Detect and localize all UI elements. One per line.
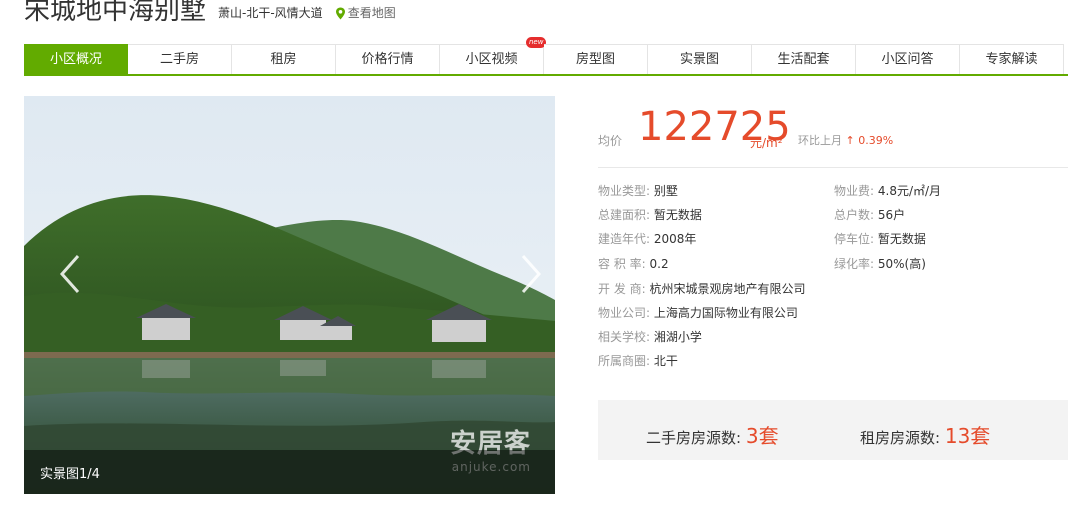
price-change-label: 环比上月 <box>798 134 842 147</box>
community-tabs: 小区概况 二手房 租房 价格行情 小区视频 new 房型图 实景图 生活配套 小… <box>24 37 1068 76</box>
title-row: 宋城地中海别墅 萧山-北干-风情大道 查看地图 <box>24 0 396 27</box>
info-value: 别墅 <box>653 184 678 198</box>
info-value: 0.2 <box>649 257 669 271</box>
info-value: 2008年 <box>653 232 697 246</box>
prev-photo-arrow-icon[interactable] <box>58 254 82 294</box>
tab-secondhand[interactable]: 二手房 <box>128 44 232 74</box>
photo-gallery[interactable]: 安居客 anjuke.com 实景图1/4 <box>24 96 555 494</box>
info-key: 总户数: <box>834 208 875 222</box>
info-row: 总户数: 56户 <box>834 208 905 222</box>
info-value: 50%(高) <box>877 257 926 271</box>
caption-bar <box>24 450 555 494</box>
info-row: 容 积 率: 0.2 <box>598 257 669 271</box>
view-map-label: 查看地图 <box>347 6 396 20</box>
tab-qa[interactable]: 小区问答 <box>856 44 960 74</box>
info-row: 物业费: 4.8元/㎡/月 <box>834 184 941 198</box>
info-value: 北干 <box>653 354 678 368</box>
tab-amenities[interactable]: 生活配套 <box>752 44 856 74</box>
price-label: 均价 <box>598 134 623 148</box>
info-key: 总建面积: <box>598 208 651 222</box>
info-row: 建造年代: 2008年 <box>598 232 696 246</box>
info-value: 56户 <box>877 208 906 222</box>
info-key: 开 发 商: <box>598 282 646 296</box>
tab-floorplan[interactable]: 房型图 <box>544 44 648 74</box>
secondhand-count-value: 3套 <box>745 424 779 448</box>
tab-video-label: 小区视频 <box>465 52 518 67</box>
rental-count-label: 租房房源数: <box>860 429 941 447</box>
info-row: 总建面积: 暂无数据 <box>598 208 702 222</box>
info-value: 暂无数据 <box>877 232 926 246</box>
page-title: 宋城地中海别墅 <box>24 0 207 26</box>
price-block: 均价 122725 元/m² 环比上月 ↑ 0.39% <box>598 104 1068 168</box>
view-map-link[interactable]: 查看地图 <box>335 3 396 23</box>
info-value: 暂无数据 <box>653 208 702 222</box>
price-unit: 元/m² <box>750 136 783 150</box>
secondhand-count-label: 二手房房源数: <box>646 429 742 447</box>
info-value: 杭州宋城景观房地产有限公司 <box>649 282 806 296</box>
tab-overview[interactable]: 小区概况 <box>24 44 128 74</box>
tab-video[interactable]: 小区视频 new <box>440 37 547 74</box>
location-text: 萧山-北干-风情大道 <box>218 6 323 20</box>
tab-expert[interactable]: 专家解读 <box>960 44 1064 74</box>
tab-rental[interactable]: 租房 <box>232 44 336 74</box>
info-key: 绿化率: <box>834 257 875 271</box>
listing-count-box: 二手房房源数: 3套 租房房源数: 13套 <box>598 400 1068 460</box>
rental-count-link[interactable]: 租房房源数: 13套 <box>860 420 990 449</box>
info-row: 所属商圈: 北干 <box>598 354 678 368</box>
info-key: 相关学校: <box>598 330 651 344</box>
info-value: 上海高力国际物业有限公司 <box>653 306 798 320</box>
info-key: 物业费: <box>834 184 875 198</box>
info-row: 开 发 商: 杭州宋城景观房地产有限公司 <box>598 282 806 296</box>
location-pin-icon <box>335 7 345 19</box>
price-change-value: ↑ 0.39% <box>845 134 894 147</box>
info-value: 4.8元/㎡/月 <box>877 184 942 198</box>
info-key: 物业类型: <box>598 184 651 198</box>
info-key: 所属商圈: <box>598 354 651 368</box>
info-row: 相关学校: 湘湖小学 <box>598 330 702 344</box>
price-change: 环比上月 ↑ 0.39% <box>798 132 893 148</box>
info-row: 物业公司: 上海高力国际物业有限公司 <box>598 306 798 320</box>
info-key: 物业公司: <box>598 306 651 320</box>
info-row: 停车位: 暂无数据 <box>834 232 926 246</box>
rental-count-value: 13套 <box>944 424 991 448</box>
info-key: 停车位: <box>834 232 875 246</box>
secondhand-count-link[interactable]: 二手房房源数: 3套 <box>646 420 779 449</box>
info-row: 物业类型: 别墅 <box>598 184 678 198</box>
info-value: 湘湖小学 <box>653 330 702 344</box>
tab-price-trend[interactable]: 价格行情 <box>336 44 440 74</box>
info-key: 容 积 率: <box>598 257 646 271</box>
info-key: 建造年代: <box>598 232 651 246</box>
photo-caption: 实景图1/4 <box>40 467 100 482</box>
info-row: 绿化率: 50%(高) <box>834 257 926 271</box>
next-photo-arrow-icon[interactable] <box>519 254 543 294</box>
tab-photos[interactable]: 实景图 <box>648 44 752 74</box>
